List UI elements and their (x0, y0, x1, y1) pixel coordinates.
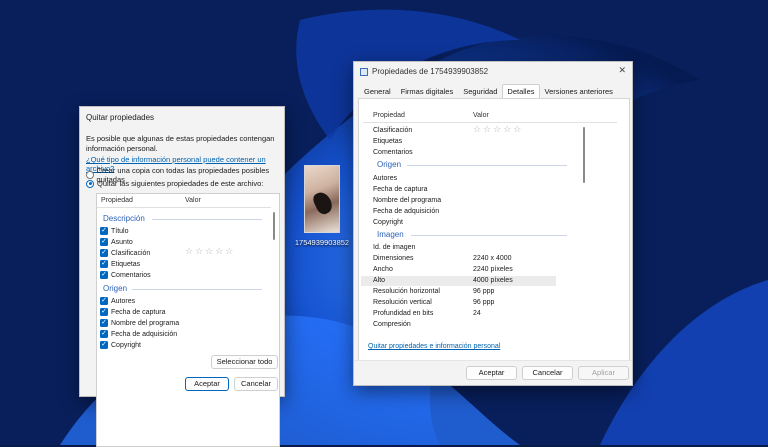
prop-row: Alto (373, 277, 386, 284)
select-all-button[interactable]: Seleccionar todo (211, 355, 278, 369)
checkbox-row[interactable]: ✓ Etiquetas (100, 260, 140, 268)
file-properties-dialog: Propiedades de 1754939903852 ✕ General F… (353, 61, 633, 386)
rating-stars: ☆☆☆☆☆ (185, 246, 236, 256)
prop-row: Fecha de captura (373, 186, 428, 193)
dialog-intro-text: Es posible que algunas de estas propieda… (86, 134, 275, 153)
accept-button[interactable]: Aceptar (466, 366, 517, 380)
prop-value: 96 ppp (473, 299, 495, 306)
scrollbar-thumb[interactable] (273, 212, 275, 240)
title-bar[interactable]: Propiedades de 1754939903852 ✕ (354, 62, 632, 82)
image-thumbnail (304, 165, 340, 233)
checkbox[interactable]: ✓ (100, 319, 108, 327)
checkbox[interactable]: ✓ (100, 227, 108, 235)
properties-listbox[interactable]: Propiedad Valor Descripción ✓ Título ✓ Asu… (96, 193, 280, 447)
radio-button-selected[interactable] (86, 179, 94, 188)
dialog-title: Quitar propiedades (86, 113, 155, 122)
dialog-title: Propiedades de 1754939903852 (372, 67, 489, 76)
checkbox-row[interactable]: ✓ Comentarios (100, 271, 151, 279)
tab-strip: General Firmas digitales Seguridad Detal… (359, 84, 618, 98)
close-icon[interactable]: ✕ (618, 65, 626, 76)
checkbox[interactable]: ✓ (100, 260, 108, 268)
group-description: Descripción (103, 214, 145, 223)
prop-row: Etiquetas (373, 138, 403, 145)
prop-value: 2240 píxeles (473, 266, 513, 273)
checkbox-row[interactable]: ✓ Copyright (100, 341, 141, 349)
prop-row: Compresión (373, 321, 411, 328)
prop-row: Dimensiones (373, 255, 414, 262)
dialog-button-bar: Aceptar Cancelar Aplicar (354, 360, 632, 385)
prop-row: Resolución horizontal (373, 288, 440, 295)
prop-row: Copyright (373, 219, 403, 226)
scrollbar-thumb[interactable] (583, 127, 585, 183)
remove-properties-dialog: Quitar propiedades Es posible que alguna… (79, 106, 285, 447)
checkbox-row[interactable]: ✓ Autores (100, 297, 135, 305)
column-header-value[interactable]: Valor (185, 194, 201, 207)
prop-value: 24 (473, 310, 481, 317)
tab-details[interactable]: Detalles (502, 84, 540, 98)
prop-value: 4000 píxeles (473, 277, 513, 284)
checkbox-row[interactable]: ✓ Título (100, 227, 129, 235)
checkbox[interactable]: ✓ (100, 271, 108, 279)
group-origin: Origen (103, 284, 128, 293)
checkbox-row[interactable]: ✓ Asunto (100, 238, 133, 246)
cancel-button[interactable]: Cancelar (234, 377, 278, 391)
tab-general[interactable]: General (359, 84, 396, 98)
rating-stars[interactable]: ☆☆☆☆☆ (473, 124, 523, 135)
checkbox-row[interactable]: ✓ Clasificación (100, 249, 150, 257)
column-header-value[interactable]: Valor (473, 109, 489, 122)
prop-row: Resolución vertical (373, 299, 432, 306)
checkbox-row[interactable]: ✓ Fecha de adquisición (100, 330, 177, 338)
checkbox[interactable]: ✓ (100, 238, 108, 246)
checkbox[interactable]: ✓ (100, 308, 108, 316)
prop-value: 2240 x 4000 (473, 255, 512, 262)
prop-row: Profundidad en bits (373, 310, 434, 317)
desktop-file-label: 1754939903852 (294, 238, 350, 247)
remove-properties-link[interactable]: Quitar propiedades e información persona… (368, 343, 500, 350)
apply-button[interactable]: Aplicar (578, 366, 629, 380)
checkbox-row[interactable]: ✓ Fecha de captura (100, 308, 165, 316)
accept-button[interactable]: Aceptar (185, 377, 229, 391)
prop-row: Fecha de adquisición (373, 208, 440, 215)
prop-row: Ancho (373, 266, 393, 273)
tab-previous-versions[interactable]: Versiones anteriores (540, 84, 618, 98)
checkbox[interactable]: ✓ (100, 330, 108, 338)
prop-value: 96 ppp (473, 288, 495, 295)
checkbox-row[interactable]: ✓ Nombre del programa (100, 319, 179, 327)
prop-row: Autores (373, 175, 398, 182)
group-image: Imagen (377, 230, 404, 239)
desktop-file-icon[interactable]: 1754939903852 (294, 165, 350, 247)
prop-row: Clasificación (373, 127, 413, 134)
radio-remove-properties[interactable]: Quitar las siguientes propiedades de est… (86, 179, 263, 188)
column-header-property[interactable]: Propiedad (101, 194, 133, 207)
prop-row: Nombre del programa (373, 197, 442, 204)
checkbox[interactable]: ✓ (100, 249, 108, 257)
cancel-button[interactable]: Cancelar (522, 366, 573, 380)
radio-button[interactable] (86, 171, 94, 179)
checkbox[interactable]: ✓ (100, 297, 108, 305)
prop-row: Comentarios (373, 149, 413, 156)
prop-row: Id. de imagen (373, 244, 416, 251)
group-origin: Origen (377, 160, 402, 169)
checkbox[interactable]: ✓ (100, 341, 108, 349)
details-pane[interactable]: Propiedad Valor Clasificación ☆☆☆☆☆ Etiq… (358, 98, 630, 362)
tab-security[interactable]: Seguridad (458, 84, 502, 98)
radio-label: Quitar las siguientes propiedades de est… (97, 179, 264, 188)
row-highlight (361, 276, 556, 286)
app-icon (360, 68, 368, 76)
tab-digital-signatures[interactable]: Firmas digitales (396, 84, 459, 98)
column-header-property[interactable]: Propiedad (373, 109, 405, 122)
